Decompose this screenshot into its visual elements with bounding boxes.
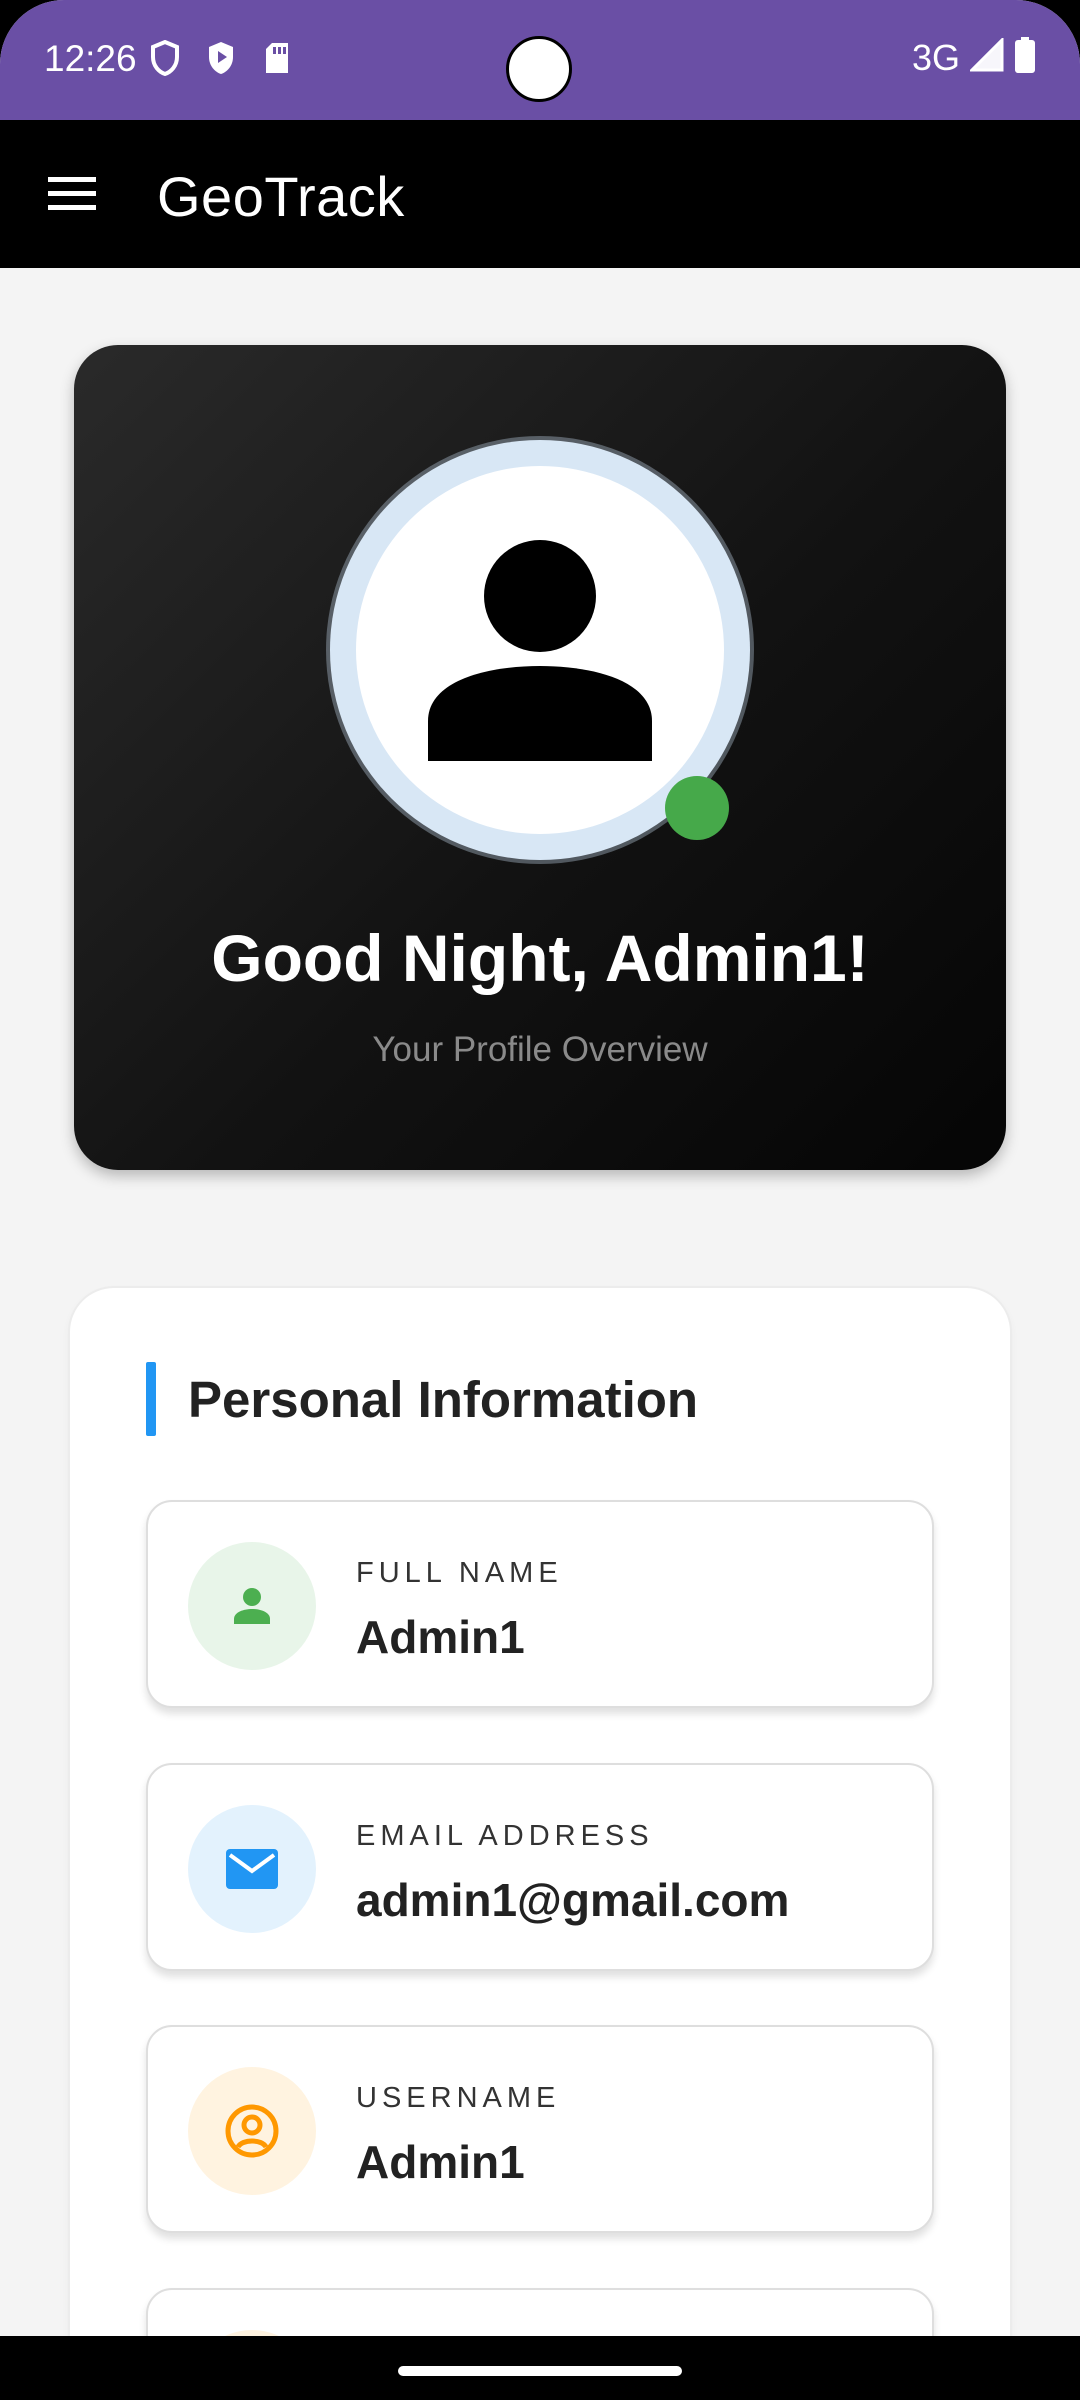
info-label: USERNAME: [356, 2082, 561, 2114]
greeting-title: Good Night, Admin1!: [211, 921, 869, 995]
app-title: GeoTrack: [157, 165, 405, 228]
section-title: Personal Information: [188, 1371, 699, 1428]
screen: 12:26 3G GeoTrack Good Night, Admin1! Yo…: [0, 0, 1080, 2400]
info-icon-bg: [188, 2067, 316, 2195]
section-accent-bar: [146, 1362, 156, 1436]
status-system-icons: 3G: [912, 36, 1036, 79]
info-item-email[interactable]: EMAIL ADDRESS admin1@gmail.com: [146, 1763, 934, 1971]
menu-button[interactable]: [40, 164, 104, 224]
signal-icon: [968, 36, 1004, 77]
shield-outline-icon: [148, 38, 182, 78]
info-label: EMAIL ADDRESS: [356, 1820, 654, 1852]
shield-play-icon: [204, 38, 238, 78]
menu-icon: [48, 177, 96, 210]
online-status-dot: [665, 776, 729, 840]
status-time: 12:26: [44, 38, 137, 79]
person-placeholder-icon: [428, 540, 652, 761]
profile-subtitle: Your Profile Overview: [372, 1030, 708, 1069]
status-bar: 12:26 3G: [0, 0, 1080, 120]
sd-card-icon: [260, 38, 294, 78]
person-icon: [234, 1588, 270, 1624]
status-notification-icons: [148, 38, 294, 78]
info-value: Admin1: [356, 2136, 525, 2188]
battery-icon: [1014, 36, 1036, 79]
home-indicator[interactable]: [398, 2366, 682, 2376]
info-value: Admin1: [356, 1611, 525, 1663]
info-item-full-name[interactable]: FULL NAME Admin1: [146, 1500, 934, 1708]
avatar-image: [356, 466, 724, 834]
info-label: FULL NAME: [356, 1557, 563, 1589]
info-value: admin1@gmail.com: [356, 1874, 790, 1926]
info-item-username[interactable]: USERNAME Admin1: [146, 2025, 934, 2233]
personal-info-card: Personal Information FULL NAME Admin1 EM…: [70, 1288, 1010, 2400]
info-icon-bg: [188, 1542, 316, 1670]
account-circle-icon: [225, 2104, 279, 2158]
network-type: 3G: [911, 36, 960, 78]
info-icon-bg: [188, 1805, 316, 1933]
app-bar: GeoTrack: [0, 120, 1080, 268]
email-icon: [226, 1849, 278, 1889]
camera-cutout: [506, 36, 572, 102]
profile-card: Good Night, Admin1! Your Profile Overvie…: [74, 345, 1006, 1170]
